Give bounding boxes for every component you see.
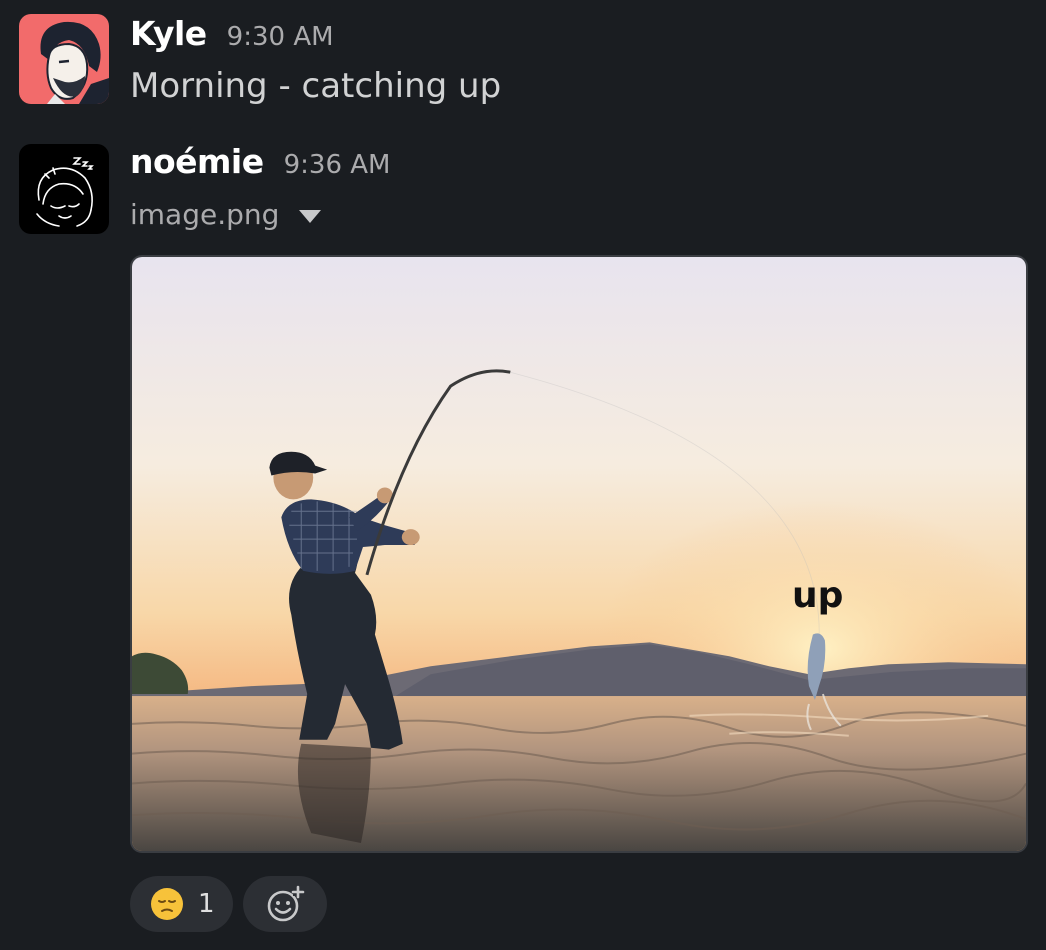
chevron-down-icon[interactable]	[299, 210, 322, 223]
noemie-avatar-icon	[19, 144, 109, 234]
file-attachment-header: image.png	[130, 198, 322, 231]
message-header: Kyle 9:30 AM	[130, 14, 334, 53]
fishing-photo	[132, 257, 1026, 851]
author-name[interactable]: Kyle	[130, 14, 207, 53]
reactions-bar: 1	[130, 876, 327, 932]
file-name[interactable]: image.png	[130, 198, 279, 231]
author-name[interactable]: noémie	[130, 142, 264, 181]
add-reaction-icon	[267, 885, 304, 922]
message-text: Morning - catching up	[130, 66, 502, 106]
noemie-avatar[interactable]	[19, 144, 109, 234]
message-header: noémie 9:36 AM	[130, 142, 391, 181]
kyle-avatar-icon	[19, 14, 109, 104]
pensive-face-icon	[151, 888, 183, 920]
timestamp[interactable]: 9:30 AM	[227, 22, 334, 52]
reaction-count: 1	[198, 889, 215, 919]
add-reaction-button[interactable]	[242, 876, 327, 932]
kyle-avatar[interactable]	[19, 14, 109, 104]
reaction-pill[interactable]: 1	[130, 876, 233, 932]
chat-pane: Kyle 9:30 AM Morning - catching up noémi…	[0, 0, 1046, 950]
attached-image[interactable]: up	[130, 255, 1028, 853]
timestamp[interactable]: 9:36 AM	[284, 150, 391, 180]
image-overlay-text: up	[792, 575, 844, 616]
